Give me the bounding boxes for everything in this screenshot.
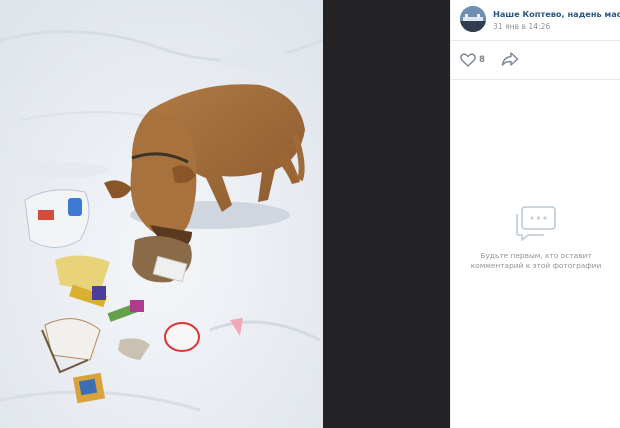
photo-viewer: Наше Коптево, надень маску 31 янв в 14:2… [0,0,620,428]
empty-comments-line1: Будьте первым, кто оставит [480,251,592,260]
comment-bubble-icon [516,206,556,241]
post-actions: 8 [451,41,620,80]
empty-comments-placeholder: Будьте первым, кто оставит комментарий к… [451,205,620,271]
like-count: 8 [479,55,485,65]
empty-comments-line2: комментарий к этой фотографии [470,261,602,270]
share-arrow-icon [501,52,519,66]
like-button[interactable]: 8 [460,51,485,69]
post-author-header: Наше Коптево, надень маску 31 янв в 14:2… [451,0,620,41]
avatar-image [460,6,486,32]
heart-icon [460,53,476,67]
viewer-background [323,0,450,428]
photo[interactable] [0,0,323,428]
post-date[interactable]: 31 янв в 14:26 [493,22,550,31]
share-button[interactable] [501,51,521,69]
author-name-link[interactable]: Наше Коптево, надень маску [493,9,620,19]
info-panel: Наше Коптево, надень маску 31 янв в 14:2… [450,0,620,428]
avatar[interactable] [460,6,486,32]
photo-image [0,0,323,428]
